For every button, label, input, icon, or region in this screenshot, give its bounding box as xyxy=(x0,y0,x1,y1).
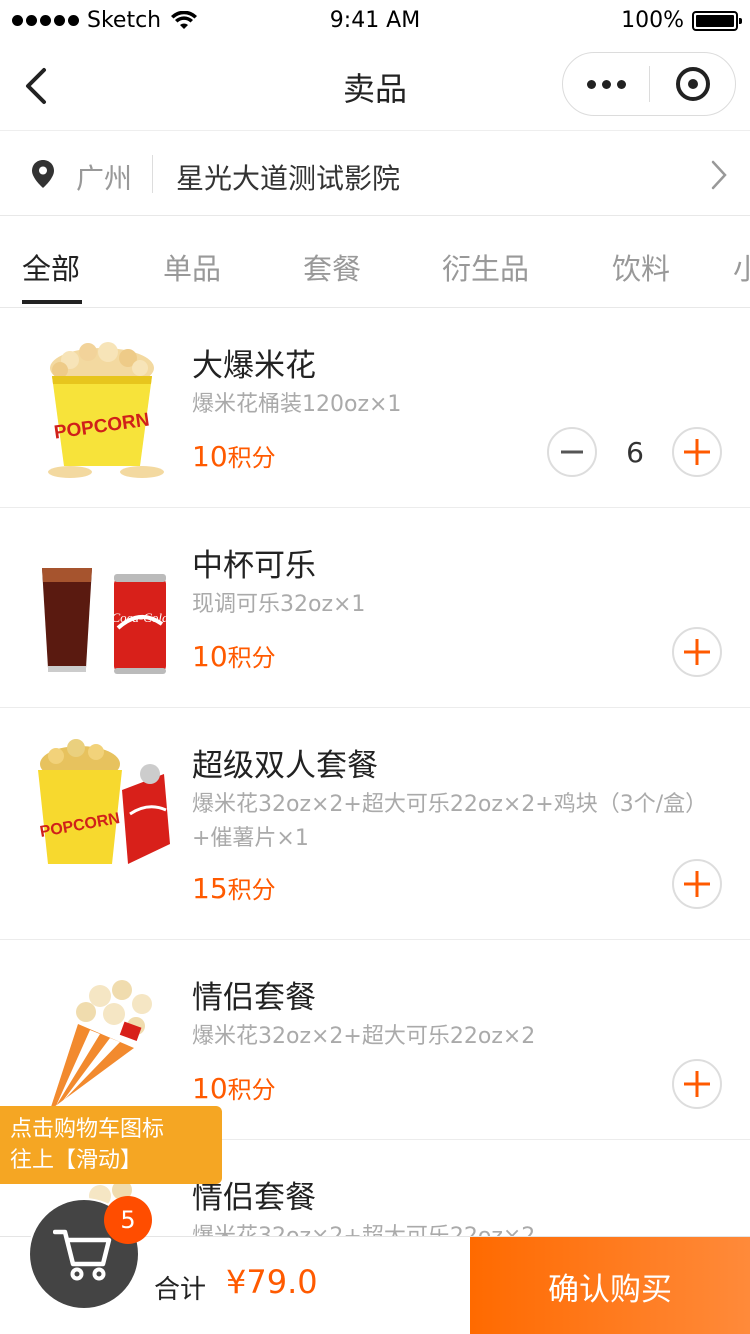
status-bar: Sketch 9:41 AM 100% xyxy=(0,0,750,44)
minus-icon xyxy=(561,450,583,454)
category-tabs: 全部 单品 套餐 衍生品 饮料 小 xyxy=(0,218,750,308)
add-to-cart-button[interactable] xyxy=(672,627,722,677)
product-item: POPCORN 超级双人套餐 爆米花32oz×2+超大可乐22oz×2+鸡块（3… xyxy=(0,708,750,940)
add-to-cart-button[interactable] xyxy=(672,1059,722,1109)
cola-cup-and-can-image: Coca-Cola xyxy=(42,568,169,674)
location-pin-icon xyxy=(32,160,54,188)
tab-drinks[interactable]: 饮料 xyxy=(612,246,670,288)
total-label: 合计 xyxy=(154,1275,207,1305)
city-label: 广州 xyxy=(76,162,133,195)
price-value: 10 xyxy=(192,440,228,473)
cart-swipe-hint: 点击购物车图标 往上【滑动】 xyxy=(0,1106,222,1184)
battery-percent: 100% xyxy=(621,8,684,33)
battery-icon xyxy=(692,10,742,31)
decrease-quantity-button[interactable] xyxy=(547,427,597,477)
hint-line-2: 往上【滑动】 xyxy=(10,1148,143,1173)
product-description: 现调可乐32oz×1 xyxy=(192,592,366,617)
shopping-cart-icon xyxy=(53,1229,112,1281)
product-price: 10积分 xyxy=(192,438,276,473)
product-description: 爆米花32oz×2+超大可乐22oz×2+鸡块（3个/盒）+催薯片×1 xyxy=(192,792,708,851)
cart-count-badge: 5 xyxy=(104,1196,152,1244)
close-mini-program-button[interactable] xyxy=(650,53,735,115)
plus-icon xyxy=(684,639,710,665)
confirm-purchase-button[interactable]: 确认购买 xyxy=(470,1237,750,1334)
price-value: 10 xyxy=(192,1072,228,1105)
plus-icon xyxy=(684,1071,710,1097)
popcorn-and-cola-image: POPCORN xyxy=(38,739,170,864)
mini-program-capsule xyxy=(562,52,736,116)
price-unit: 积分 xyxy=(227,876,276,904)
product-description: 爆米花桶装120oz×1 xyxy=(192,392,402,417)
nav-bar: 卖品 xyxy=(0,44,750,128)
tab-merchandise[interactable]: 衍生品 xyxy=(442,246,529,288)
popcorn-bucket-image: POPCORN xyxy=(48,342,164,478)
quantity-value: 6 xyxy=(626,436,644,469)
price-value: 10 xyxy=(192,640,228,673)
product-name: 情侣套餐 xyxy=(192,980,316,1016)
product-name: 大爆米花 xyxy=(192,348,316,384)
product-item: Coca-Cola 中杯可乐 现调可乐32oz×1 10积分 xyxy=(0,508,750,708)
svg-text:Coca-Cola: Coca-Cola xyxy=(111,610,169,625)
product-name: 超级双人套餐 xyxy=(192,748,378,784)
price-value: 15 xyxy=(192,872,228,905)
target-icon xyxy=(675,67,710,101)
product-item: POPCORN 大爆米花 爆米花桶装120oz×1 10积分 6 xyxy=(0,308,750,508)
total-price: ¥79.0 xyxy=(226,1263,318,1301)
product-price: 10积分 xyxy=(192,1070,276,1105)
tab-snacks[interactable]: 小 xyxy=(733,246,750,288)
cinema-selector[interactable]: 广州 星光大道测试影院 xyxy=(0,130,750,216)
hint-line-1: 点击购物车图标 xyxy=(10,1117,165,1142)
more-options-button[interactable] xyxy=(563,53,649,115)
chevron-right-icon xyxy=(711,160,727,190)
price-unit: 积分 xyxy=(227,1076,276,1104)
product-price: 10积分 xyxy=(192,638,276,673)
tab-all[interactable]: 全部 xyxy=(22,246,80,288)
active-tab-indicator xyxy=(22,300,82,304)
add-to-cart-button[interactable] xyxy=(672,859,722,909)
battery-group: 100% xyxy=(621,8,742,33)
location-divider xyxy=(152,155,153,193)
tab-single[interactable]: 单品 xyxy=(163,246,221,288)
product-price: 15积分 xyxy=(192,870,276,905)
product-description: 爆米花32oz×2+超大可乐22oz×2 xyxy=(192,1024,536,1049)
popcorn-cone-image xyxy=(50,980,152,1110)
increase-quantity-button[interactable] xyxy=(672,427,722,477)
tab-combo[interactable]: 套餐 xyxy=(303,246,361,288)
plus-icon xyxy=(684,439,710,465)
plus-icon xyxy=(684,871,710,897)
price-unit: 积分 xyxy=(227,644,276,672)
price-unit: 积分 xyxy=(227,444,276,472)
product-name: 中杯可乐 xyxy=(192,548,316,584)
cinema-name: 星光大道测试影院 xyxy=(176,162,401,195)
